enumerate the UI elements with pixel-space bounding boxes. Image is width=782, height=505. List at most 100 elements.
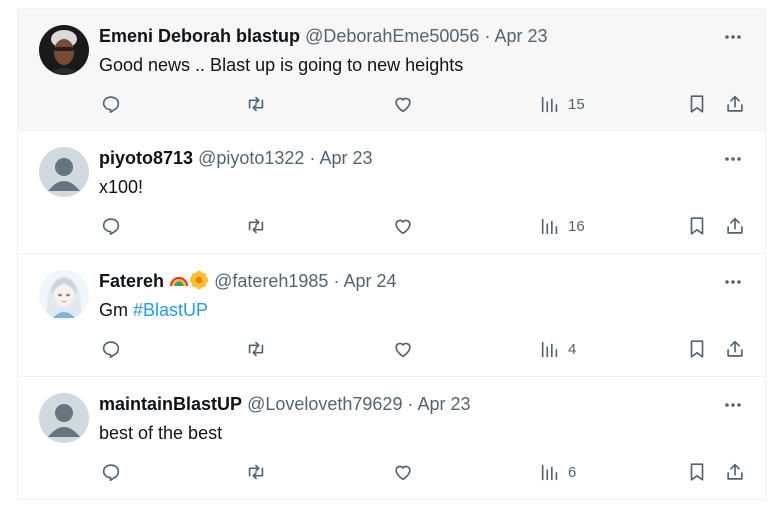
share-icon xyxy=(727,95,743,112)
bookmark-button[interactable] xyxy=(686,214,708,238)
share-icon xyxy=(727,217,743,234)
tweet-actions: 15 xyxy=(18,92,765,116)
heart-icon xyxy=(395,342,411,358)
views-button[interactable]: 4 xyxy=(539,337,576,361)
bookmark-button[interactable] xyxy=(686,460,708,484)
author-name[interactable]: piyoto8713 xyxy=(99,148,193,168)
views-button[interactable]: 6 xyxy=(539,460,576,484)
reply-icon xyxy=(102,218,120,235)
share-button[interactable] xyxy=(724,214,746,238)
heart-icon xyxy=(395,97,411,113)
views-button[interactable]: 16 xyxy=(539,214,585,238)
repost-icon xyxy=(248,96,264,112)
separator-dot: · xyxy=(407,394,414,414)
author-name[interactable]: maintainBlastUP xyxy=(99,394,242,414)
repost-button[interactable] xyxy=(245,460,267,484)
avatar[interactable] xyxy=(39,147,89,197)
tweet-header: maintainBlastUP @Loveloveth79629 · Apr 2… xyxy=(99,393,471,415)
bookmark-icon xyxy=(690,95,704,113)
more-icon[interactable] xyxy=(723,149,743,169)
views-count: 6 xyxy=(568,463,577,481)
tweet-actions: 6 xyxy=(18,460,765,484)
tweet-date[interactable]: Apr 23 xyxy=(494,26,547,46)
views-count: 15 xyxy=(568,95,585,113)
more-icon[interactable] xyxy=(723,27,743,47)
bookmark-button[interactable] xyxy=(686,337,708,361)
reply-icon xyxy=(102,341,120,358)
repost-icon xyxy=(248,218,264,234)
bar-chart-icon xyxy=(541,96,558,113)
reply-button[interactable] xyxy=(100,337,122,361)
tweet-date[interactable]: Apr 23 xyxy=(319,148,372,168)
bookmark-icon xyxy=(690,340,704,358)
reply-icon xyxy=(102,464,120,481)
like-button[interactable] xyxy=(392,92,414,116)
tweet-text: Good news .. Blast up is going to new he… xyxy=(99,53,463,77)
flower-icon xyxy=(189,270,209,290)
share-icon xyxy=(727,463,743,480)
reply-button[interactable] xyxy=(100,92,122,116)
tweet-date[interactable]: Apr 23 xyxy=(417,394,470,414)
author-name[interactable]: Emeni Deborah blastup xyxy=(99,26,300,46)
tweet-header: Fatereh @fatereh1985 · Apr 24 xyxy=(99,270,397,292)
separator-dot: · xyxy=(309,148,316,168)
separator-dot: · xyxy=(333,271,340,291)
more-icon[interactable] xyxy=(723,272,743,292)
author-handle[interactable]: @piyoto1322 xyxy=(198,148,304,168)
share-button[interactable] xyxy=(724,92,746,116)
author-handle[interactable]: @Loveloveth79629 xyxy=(247,394,402,414)
like-button[interactable] xyxy=(392,214,414,238)
rainbow-icon xyxy=(169,270,189,290)
bookmark-icon xyxy=(690,217,704,235)
share-icon xyxy=(727,340,743,357)
tweet[interactable]: Fatereh @fatereh1985 · Apr 24 Gm #BlastU… xyxy=(17,254,766,377)
repost-button[interactable] xyxy=(245,92,267,116)
avatar[interactable] xyxy=(39,25,89,75)
repost-button[interactable] xyxy=(245,337,267,361)
tweet-text-content: best of the best xyxy=(99,423,223,443)
tweet[interactable]: Emeni Deborah blastup @DeborahEme50056 ·… xyxy=(17,8,766,131)
reply-icon xyxy=(102,96,120,113)
separator-dot: · xyxy=(484,26,491,46)
tweet-text-content: Good news .. Blast up is going to new he… xyxy=(99,55,464,75)
tweet-actions: 16 xyxy=(18,214,765,238)
repost-button[interactable] xyxy=(245,214,267,238)
tweet-feed: Emeni Deborah blastup @DeborahEme50056 ·… xyxy=(17,8,766,500)
views-button[interactable]: 15 xyxy=(539,92,585,116)
bar-chart-icon xyxy=(541,218,558,235)
bar-chart-icon xyxy=(541,464,558,481)
tweet[interactable]: maintainBlastUP @Loveloveth79629 · Apr 2… xyxy=(17,377,766,500)
author-handle[interactable]: @fatereh1985 xyxy=(214,271,328,291)
tweet-text: x100! xyxy=(99,175,143,199)
like-button[interactable] xyxy=(392,337,414,361)
tweet-text: best of the best xyxy=(99,421,222,445)
tweet[interactable]: piyoto8713 @piyoto1322 · Apr 23 x100! 16 xyxy=(17,131,766,254)
repost-icon xyxy=(248,341,264,357)
bookmark-button[interactable] xyxy=(686,92,708,116)
repost-icon xyxy=(248,464,264,480)
hashtag-link[interactable]: #BlastUP xyxy=(133,300,208,320)
share-button[interactable] xyxy=(724,460,746,484)
tweet-header: piyoto8713 @piyoto1322 · Apr 23 xyxy=(99,147,373,169)
bar-chart-icon xyxy=(541,341,558,358)
avatar[interactable] xyxy=(39,393,89,443)
views-count: 16 xyxy=(568,217,585,235)
reply-button[interactable] xyxy=(100,460,122,484)
share-button[interactable] xyxy=(724,337,746,361)
more-icon[interactable] xyxy=(723,395,743,415)
tweet-text-content: x100! xyxy=(99,177,144,197)
tweet-header: Emeni Deborah blastup @DeborahEme50056 ·… xyxy=(99,25,548,47)
bookmark-icon xyxy=(690,463,704,481)
author-name[interactable]: Fatereh xyxy=(99,271,164,291)
heart-icon xyxy=(395,219,411,235)
tweet-date[interactable]: Apr 24 xyxy=(343,271,396,291)
heart-icon xyxy=(395,465,411,481)
reply-button[interactable] xyxy=(100,214,122,238)
tweet-text-content: Gm xyxy=(99,300,133,320)
views-count: 4 xyxy=(568,340,577,358)
tweet-text: Gm #BlastUP xyxy=(99,298,208,322)
tweet-actions: 4 xyxy=(18,337,765,361)
like-button[interactable] xyxy=(392,460,414,484)
author-handle[interactable]: @DeborahEme50056 xyxy=(305,26,479,46)
avatar[interactable] xyxy=(39,270,89,320)
